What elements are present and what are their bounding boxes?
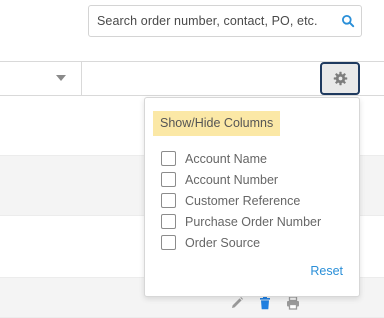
column-option-account-name[interactable]: Account Name — [161, 148, 321, 169]
filter-dropdown[interactable] — [0, 62, 82, 95]
column-option-account-number[interactable]: Account Number — [161, 169, 321, 190]
search-icon[interactable] — [341, 14, 355, 28]
filter-cell — [82, 62, 318, 95]
checkbox[interactable] — [161, 214, 176, 229]
column-settings-button[interactable] — [320, 62, 360, 95]
column-option-label: Purchase Order Number — [185, 214, 322, 229]
reset-link[interactable]: Reset — [310, 264, 343, 278]
column-option-purchase-order-number[interactable]: Purchase Order Number — [161, 211, 321, 232]
trash-icon[interactable] — [258, 296, 272, 310]
orders-screen: Search order number, contact, PO, etc. S… — [0, 0, 384, 318]
panel-title: Show/Hide Columns — [153, 111, 281, 136]
checkbox[interactable] — [161, 193, 176, 208]
column-option-label: Order Source — [185, 235, 261, 250]
pencil-icon[interactable] — [230, 296, 244, 310]
column-option-label: Account Number — [185, 172, 279, 187]
search-input[interactable]: Search order number, contact, PO, etc. — [88, 5, 362, 37]
printer-icon[interactable] — [286, 296, 300, 310]
chevron-down-icon — [56, 75, 66, 81]
checkbox[interactable] — [161, 151, 176, 166]
column-option-label: Account Name — [185, 151, 267, 166]
row-actions — [230, 296, 300, 310]
column-options-list: Account Name Account Number Customer Ref… — [161, 148, 321, 253]
column-option-customer-reference[interactable]: Customer Reference — [161, 190, 321, 211]
checkbox[interactable] — [161, 172, 176, 187]
show-hide-columns-panel: Show/Hide Columns Account Name Account N… — [144, 97, 360, 297]
checkbox[interactable] — [161, 235, 176, 250]
column-option-label: Customer Reference — [185, 193, 301, 208]
column-option-order-source[interactable]: Order Source — [161, 232, 321, 253]
search-placeholder: Search order number, contact, PO, etc. — [97, 14, 318, 28]
gear-icon — [333, 71, 347, 86]
